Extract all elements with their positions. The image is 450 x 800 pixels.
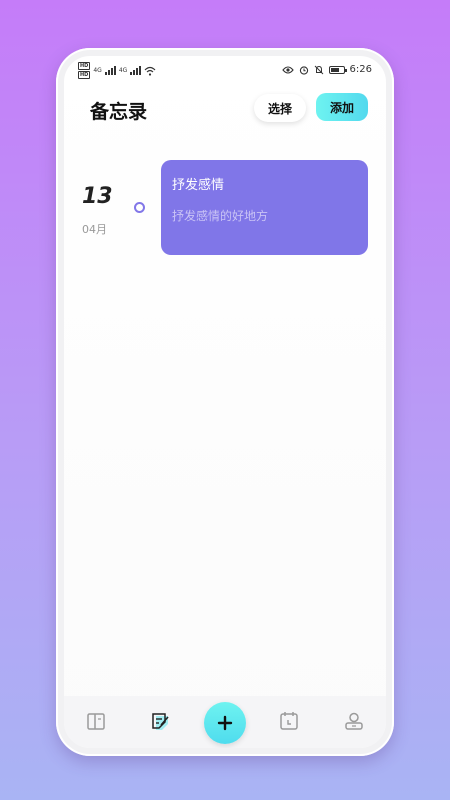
add-memo-fab[interactable] [204, 702, 246, 744]
battery-icon [328, 65, 347, 74]
status-left: HD HD 4G 4G [78, 62, 156, 79]
book-icon[interactable] [85, 710, 107, 732]
status-time: 6:26 [349, 64, 372, 75]
calendar-icon[interactable] [278, 710, 300, 732]
signal2-label: 4G [118, 67, 128, 74]
timeline-dot [134, 202, 145, 213]
memo-date-day: 13 [82, 184, 113, 209]
memo-date-month: 04月 [82, 223, 107, 236]
user-icon[interactable] [343, 710, 365, 732]
mute-bell-icon [314, 65, 323, 74]
wifi-icon [144, 66, 156, 76]
add-button[interactable]: 添加 [316, 93, 368, 121]
edit-note-icon[interactable] [149, 710, 171, 732]
status-right: 6:26 [281, 64, 372, 75]
alarm-icon [299, 65, 308, 75]
page-title: 备忘录 [90, 101, 148, 123]
app-screen: HD HD 4G 4G 6:26 备忘录 选择 添加 13 04月 抒发感情 抒… [64, 56, 386, 748]
sim-indicators: HD HD [78, 62, 91, 79]
sim2-label: HD [78, 71, 91, 79]
memo-card[interactable]: 抒发感情 抒发感情的好地方 [161, 160, 368, 255]
signal2-bars-icon [130, 66, 142, 75]
signal1-bars-icon [104, 66, 116, 75]
plus-icon [217, 715, 233, 731]
signal1-label: 4G [93, 67, 102, 74]
select-button[interactable]: 选择 [254, 94, 306, 122]
status-bar: HD HD 4G 4G 6:26 [64, 56, 386, 86]
memo-title: 抒发感情 [172, 178, 225, 193]
memo-body: 抒发感情的好地方 [172, 209, 269, 223]
sim1-label: HD [78, 62, 91, 70]
eye-icon [281, 65, 294, 74]
